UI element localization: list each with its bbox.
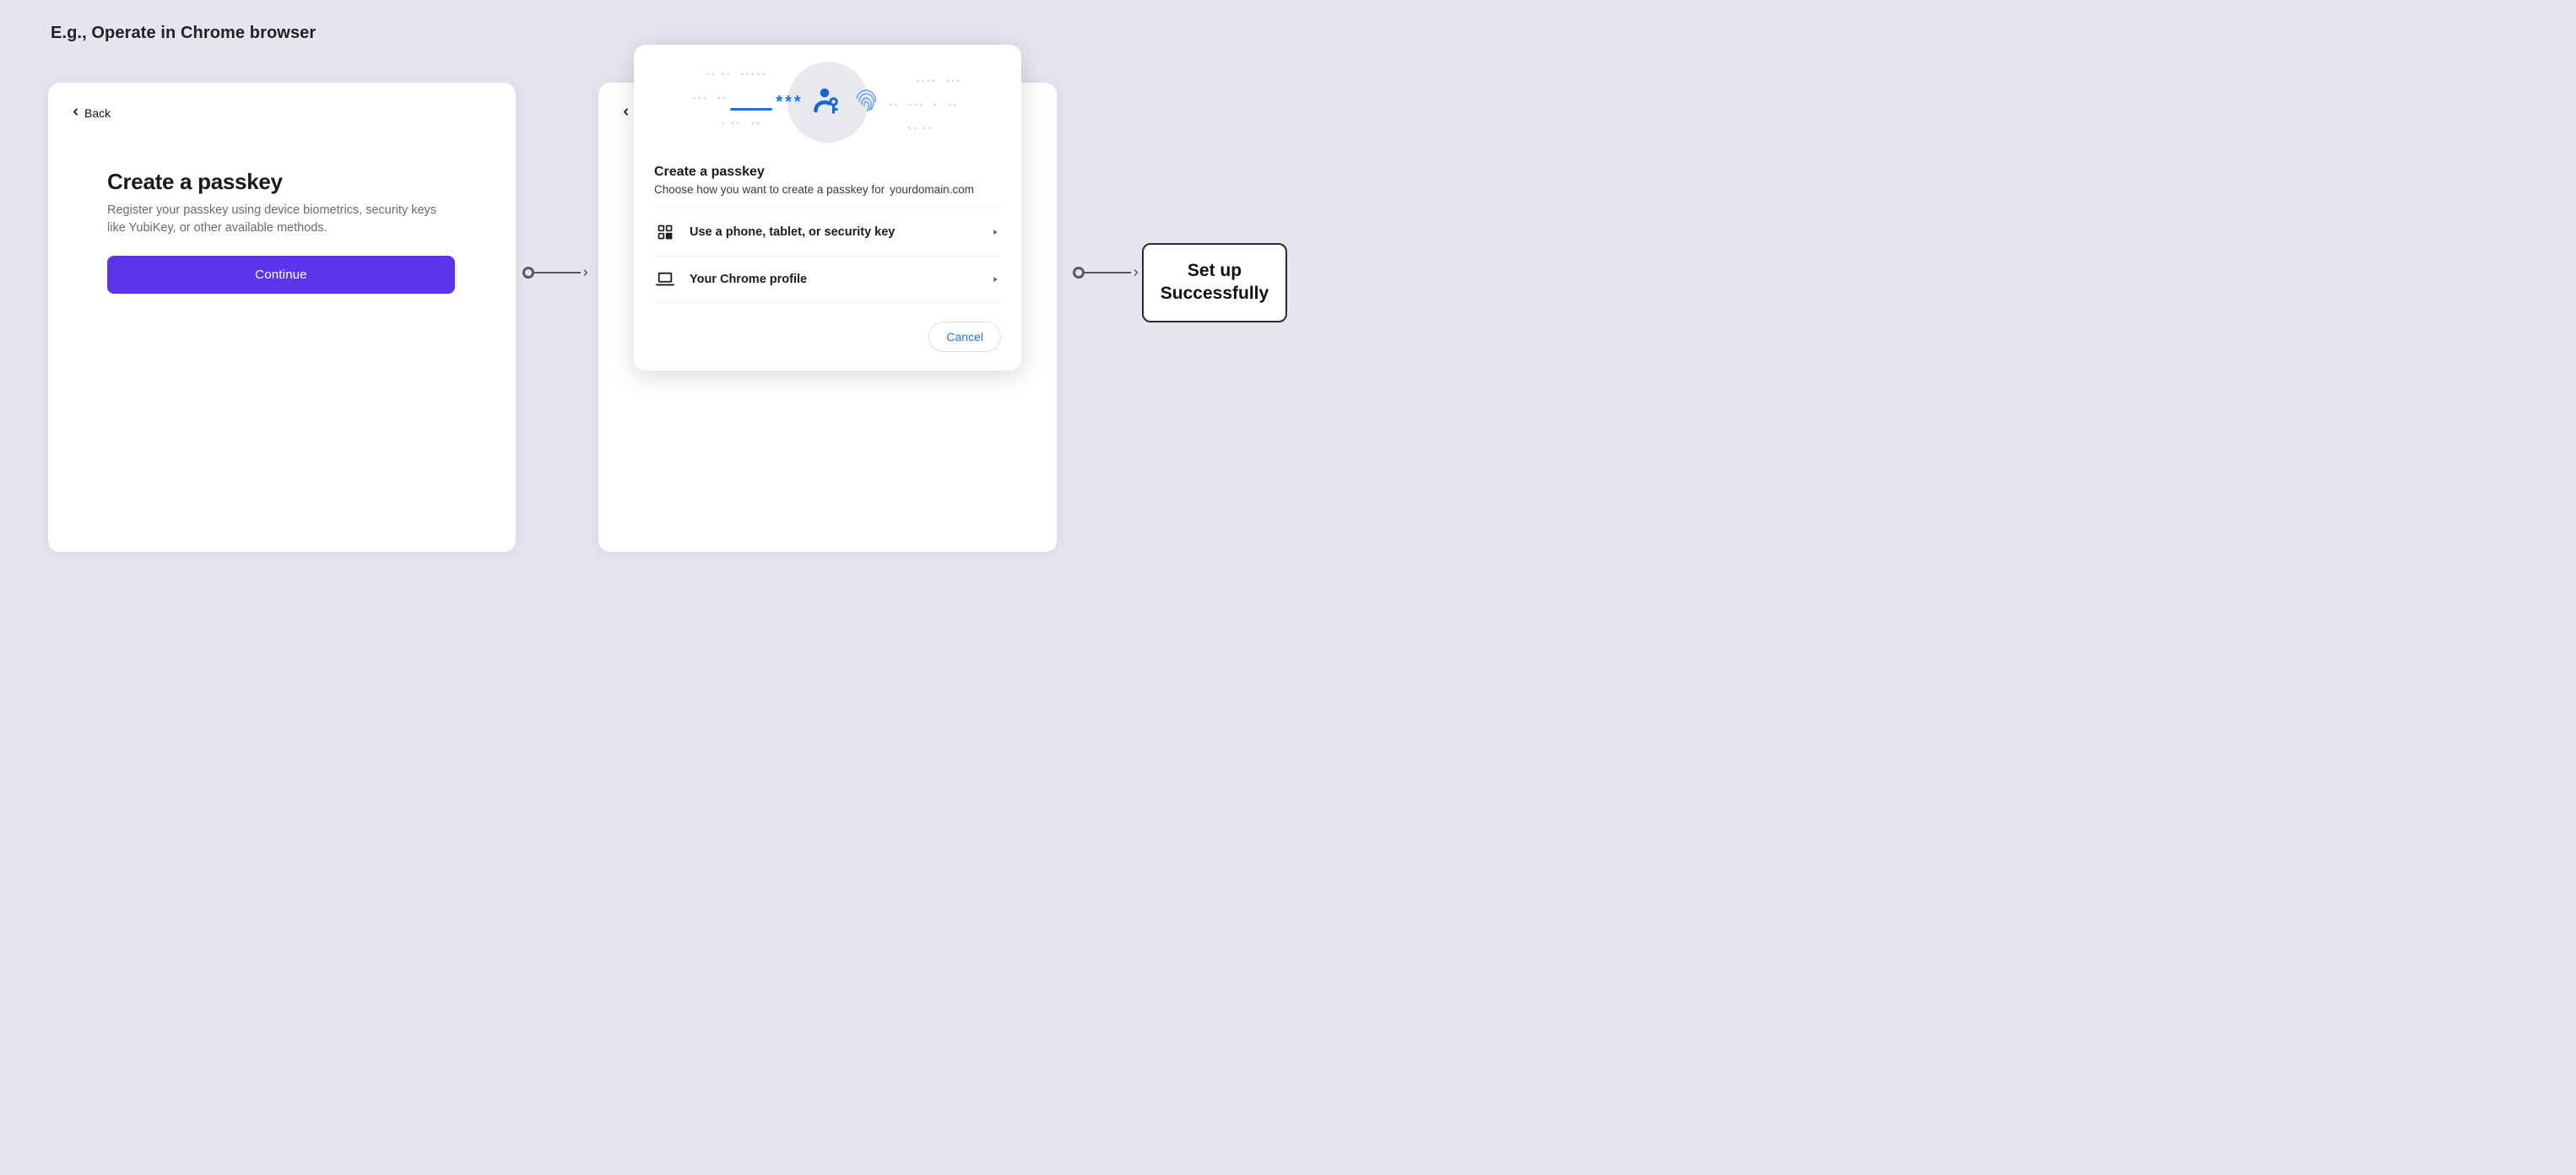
chevron-left-icon <box>620 106 631 120</box>
back-label: Back <box>84 106 111 120</box>
step-1-description: Register your passkey using device biome… <box>107 202 453 237</box>
option-label: Your Chrome profile <box>690 273 976 286</box>
decorative-dots-icon: •• ••• • •• <box>890 100 959 110</box>
dialog-subtitle: Choose how you want to create a passkey … <box>654 183 1001 196</box>
dialog-title: Create a passkey <box>654 165 1001 180</box>
fingerprint-icon <box>851 86 879 119</box>
decorative-dots-icon: ••• •• <box>693 94 728 103</box>
page-title: E.g., Operate in Chrome browser <box>51 24 316 43</box>
arrow-head-icon <box>1131 268 1141 278</box>
password-asterisks-icon: *** <box>776 93 803 111</box>
step-1-title: Create a passkey <box>107 169 457 195</box>
step-1-card: Back Create a passkey Register your pass… <box>48 83 516 552</box>
chevron-right-icon <box>991 275 999 284</box>
cancel-button[interactable]: Cancel <box>928 322 1001 352</box>
continue-button[interactable]: Continue <box>107 256 455 294</box>
decorative-dots-icon: • •• •• <box>722 119 761 128</box>
option-chrome-profile[interactable]: Your Chrome profile <box>654 257 1001 303</box>
decorative-dots-icon: •••• ••• <box>917 77 962 86</box>
flow-arrow-1 <box>522 267 591 279</box>
chrome-passkey-dialog: •• •• ••••• ••• •• • •• •• •••• ••• •• •… <box>634 45 1021 371</box>
option-phone-tablet-key[interactable]: Use a phone, tablet, or security key <box>654 208 1001 257</box>
decorative-dots-icon: •• •• ••••• <box>706 70 767 79</box>
dialog-domain: yourdomain.com <box>890 183 974 196</box>
chevron-right-icon <box>991 228 999 236</box>
dialog-hero-illustration: •• •• ••••• ••• •• • •• •• •••• ••• •• •… <box>634 45 1021 153</box>
arrow-head-icon <box>581 268 591 278</box>
laptop-icon <box>656 272 674 287</box>
chevron-left-icon <box>70 106 81 120</box>
arrow-start-icon <box>522 267 534 279</box>
flow-arrow-2 <box>1073 267 1141 279</box>
back-button[interactable]: Back <box>70 106 111 120</box>
option-label: Use a phone, tablet, or security key <box>690 225 976 239</box>
user-key-icon <box>812 85 842 120</box>
qr-icon <box>656 224 674 241</box>
arrow-start-icon <box>1073 267 1085 279</box>
decorative-dots-icon: •• •• <box>908 124 934 133</box>
success-card: Set up Successfully <box>1142 243 1287 322</box>
